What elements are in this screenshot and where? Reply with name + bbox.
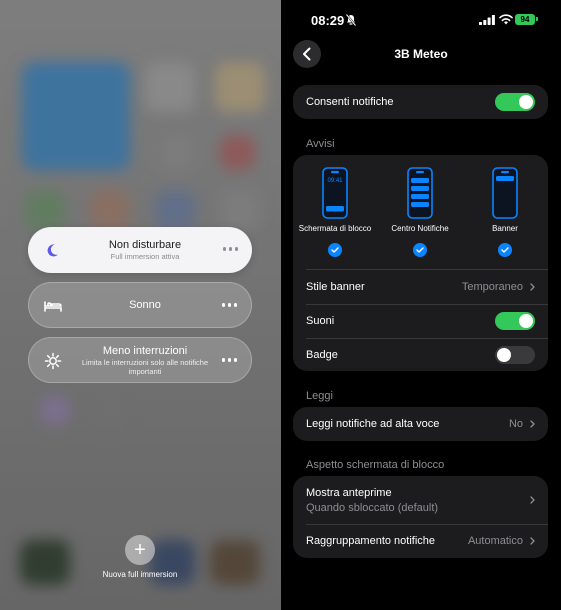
show-previews-text: Mostra anteprime Quando sbloccato (defau… (306, 487, 438, 514)
alert-option-banner[interactable]: Banner (463, 167, 547, 267)
sounds-label: Suoni (306, 315, 335, 327)
page-title: 3B Meteo (394, 47, 448, 61)
grouping-label: Raggruppamento notifiche (306, 535, 436, 547)
chevron-right-icon (530, 537, 535, 545)
badges-row: Badge (306, 338, 535, 372)
focus-item-text: Non disturbare Full immersion attiva (78, 227, 212, 273)
chevron-right-icon (530, 283, 535, 291)
checkmark-icon (498, 243, 512, 257)
phone-lock-screen-icon: 09:41 (322, 167, 348, 219)
checkmark-icon (328, 243, 342, 257)
announce-value: No (508, 418, 523, 430)
lock-screen-time: 09:41 (327, 178, 343, 184)
grouping-value: Automatico (467, 535, 523, 547)
more-icon[interactable] (221, 358, 237, 362)
show-previews-row[interactable]: Mostra anteprime Quando sbloccato (defau… (306, 476, 535, 524)
moon-icon (42, 240, 62, 260)
focus-item-text: Sonno (79, 283, 211, 327)
focus-item-text: Meno interruzioni Limita le interruzioni… (79, 338, 211, 382)
section-header-announce: Leggi (306, 390, 333, 402)
bed-icon (43, 296, 63, 316)
more-icon[interactable] (222, 247, 238, 251)
alert-option-notification-center[interactable]: Centro Notifiche (378, 167, 462, 267)
cellular-signal-icon (479, 15, 495, 25)
announce-label: Leggi notifiche ad alta voce (306, 418, 440, 430)
banner-style-label: Stile banner (306, 281, 365, 293)
announce-row[interactable]: Leggi notifiche ad alta voce No (306, 407, 535, 441)
notification-settings-screen: 08:29 94 3B Meteo Consenti notifiche Avv… (281, 0, 561, 610)
bell-slash-icon (346, 14, 356, 26)
phone-notification-center-icon (407, 167, 433, 219)
allow-notifications-row: Consenti notifiche (306, 85, 535, 119)
focus-item-sleep[interactable]: Sonno (28, 282, 252, 328)
grouping-row[interactable]: Raggruppamento notifiche Automatico (306, 524, 535, 558)
focus-item-subtitle: Limita le interruzioni solo alle notific… (81, 357, 209, 376)
lock-screen-card: Mostra anteprime Quando sbloccato (defau… (293, 476, 548, 558)
more-icon[interactable] (221, 303, 237, 307)
phone-banner-icon (492, 167, 518, 219)
add-focus-label: Nuova full immersion (102, 570, 178, 579)
focus-item-do-not-disturb[interactable]: Non disturbare Full immersion attiva (28, 227, 252, 273)
alert-option-label: Banner (492, 224, 518, 233)
focus-item-title: Sonno (129, 298, 161, 311)
announce-card: Leggi notifiche ad alta voce No (293, 407, 548, 441)
allow-notifications-toggle[interactable] (495, 93, 535, 111)
allow-notifications-label: Consenti notifiche (306, 96, 394, 108)
status-time: 08:29 (311, 13, 345, 28)
allow-notifications-card: Consenti notifiche (293, 85, 548, 119)
focus-item-reduce-interruptions[interactable]: Meno interruzioni Limita le interruzioni… (28, 337, 252, 383)
section-header-alerts: Avvisi (306, 138, 335, 150)
focus-item-title: Meno interruzioni (102, 344, 188, 357)
section-header-lock-screen: Aspetto schermata di blocco (306, 459, 445, 471)
show-previews-value: Quando sbloccato (default) (306, 501, 439, 514)
show-previews-label: Mostra anteprime (306, 486, 392, 499)
add-focus-button[interactable]: + (125, 535, 155, 565)
chevron-right-icon (530, 496, 535, 504)
alerts-card: 09:41 Schermata di blocco Centro Notific… (293, 155, 548, 371)
badges-label: Badge (306, 349, 338, 361)
wifi-icon (499, 14, 513, 25)
chevron-right-icon (530, 420, 535, 428)
checkmark-icon (413, 243, 427, 257)
plus-icon: + (134, 539, 146, 561)
interruptions-icon (43, 351, 63, 371)
sounds-toggle[interactable] (495, 312, 535, 330)
battery-indicator: 94 (515, 14, 535, 25)
banner-style-value: Temporaneo (461, 281, 523, 293)
focus-item-subtitle: Full immersion attiva (110, 252, 180, 261)
sounds-row: Suoni (306, 304, 535, 338)
status-bar: 08:29 94 (281, 0, 561, 40)
focus-menu-panel: Non disturbare Full immersion attiva Son… (0, 0, 281, 610)
battery-tip (536, 17, 538, 21)
badges-toggle[interactable] (495, 346, 535, 364)
banner-style-row[interactable]: Stile banner Temporaneo (306, 270, 535, 304)
focus-item-title: Non disturbare (108, 239, 182, 251)
alert-option-lock-screen[interactable]: 09:41 Schermata di blocco (293, 167, 377, 267)
